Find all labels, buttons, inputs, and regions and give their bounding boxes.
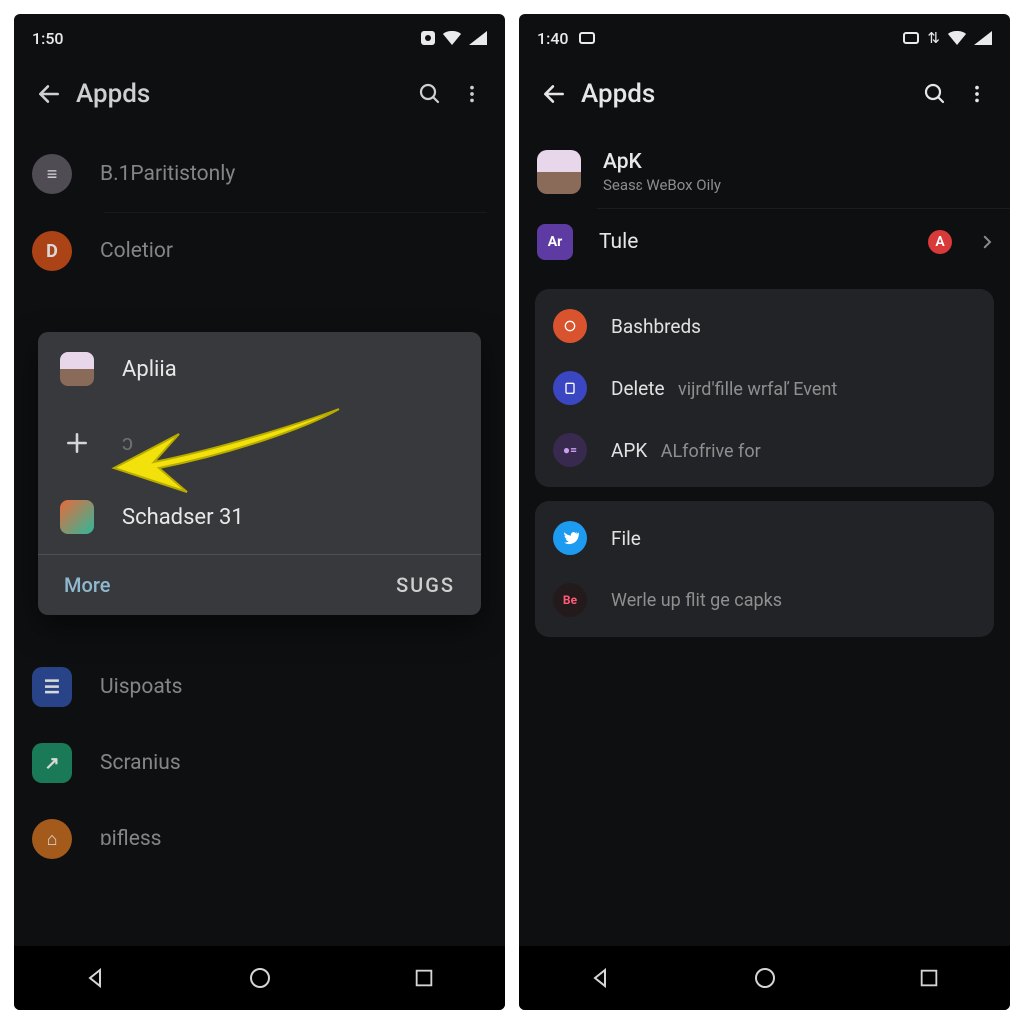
android-navbar [14,946,505,1010]
app-label: B.1Paritistonly [100,162,235,186]
actions-card: Bashbreds Delete vijrd'fille wrfaľ Event… [535,289,994,487]
data-icon: ⇅ [927,29,940,47]
list-item[interactable]: ≡ B.1Paritistonly [14,136,505,212]
page-title: Appds [70,79,409,109]
nav-back-icon[interactable] [589,966,613,990]
content: ApK Seasɛ WeBox Oily Ar Tule A Bashbreds [519,126,1010,946]
action-apk[interactable]: ●= APK ALfofrive for [535,419,994,481]
menu-label: Apliia [122,357,177,382]
file-item[interactable]: File [535,507,994,569]
chevron-right-icon [978,233,996,251]
menu-item-schadser[interactable]: Schadser 31 [38,480,481,554]
action-label: Delete [611,377,665,400]
status-icons [421,31,487,45]
app-header-item[interactable]: ApK Seasɛ WeBox Oily [519,136,1010,208]
file-item-2[interactable]: Be Werle up flit ge capks [535,569,994,631]
menu-label: Schadser 31 [122,505,244,530]
header-subtitle: Seasɛ WeBox Oily [603,176,721,194]
nav-home-icon[interactable] [753,966,777,990]
plus-icon [60,426,94,460]
app-label: Uispoats [100,675,182,699]
action-label: APK [611,439,647,462]
app-icon: ≡ [32,154,72,194]
app-bar: Appds [519,62,1010,126]
right-screenshot: 1:40 ⇅ Appds ApK Seasɛ WeBox O [519,14,1010,1010]
circle-icon [553,309,587,343]
action-sublabel: vijrd'fille wrfaľ Event [678,379,837,400]
notification-icon [579,32,595,44]
menu-item-add[interactable]: ɔ [38,406,481,480]
delete-icon [553,371,587,405]
app-icon: ↗ [32,743,72,783]
status-bar: 1:50 [14,14,505,62]
app-icon [537,150,581,194]
status-time: 1:40 [537,29,569,48]
menu-item-apliia[interactable]: Apliia [38,332,481,406]
be-icon: Be [553,583,587,617]
list-item[interactable]: ⌂ ɒifless [14,801,505,877]
action-label: Bashbreds [611,315,701,338]
back-button[interactable] [533,81,575,107]
screenshot-icon [903,32,919,44]
menu-actions: More SUGS [38,554,481,615]
header-title: ApK [603,150,721,174]
status-bar: 1:40 ⇅ [519,14,1010,62]
sugs-button[interactable]: SUGS [396,573,455,597]
app-icon: ⌂ [32,819,72,859]
list-item[interactable]: ↗ Scranius [14,725,505,801]
app-label: Scranius [100,751,181,775]
action-bashbreds[interactable]: Bashbreds [535,295,994,357]
app-icon [60,352,94,386]
nav-recents-icon[interactable] [413,967,435,989]
left-screenshot: 1:50 Appds ≡ B.1Paritistonly D Coletior [14,14,505,1010]
nav-home-icon[interactable] [248,966,272,990]
apk-icon: ●= [553,433,587,467]
search-button[interactable] [409,82,451,106]
action-delete[interactable]: Delete vijrd'fille wrfaľ Event [535,357,994,419]
back-button[interactable] [28,81,70,107]
search-button[interactable] [914,82,956,106]
wifi-icon [948,31,966,45]
file-label: File [611,527,641,550]
app-label: Coletior [100,239,173,263]
list-item[interactable]: ☰ Uispoats [14,649,505,725]
android-navbar [519,946,1010,1010]
cast-icon [421,31,435,45]
badge: A [928,230,952,254]
nav-back-icon[interactable] [84,966,108,990]
list-item[interactable]: D Coletior [14,213,505,289]
app-label: ɒifless [100,827,162,851]
page-title: Appds [575,79,914,109]
app-icon: Ar [537,224,573,260]
tule-item[interactable]: Ar Tule A [519,209,1010,275]
wifi-icon [443,31,461,45]
status-icons: ⇅ [903,29,992,47]
overflow-menu[interactable] [956,83,998,105]
overflow-menu[interactable] [451,83,493,105]
more-button[interactable]: More [64,573,110,597]
file-label: Werle up flit ge capks [611,590,782,611]
item-label: Tule [599,230,902,254]
context-menu: Apliia ɔ Schadser 31 More SUGS [38,332,481,615]
app-icon: ☰ [32,667,72,707]
app-icon: D [32,231,72,271]
twitter-icon [553,521,587,555]
signal-icon [469,31,487,45]
action-sublabel: ALfofrive for [661,441,761,462]
app-bar: Appds [14,62,505,126]
file-card: File Be Werle up flit ge capks [535,501,994,637]
menu-label: ɔ [122,430,133,456]
app-icon [60,500,94,534]
nav-recents-icon[interactable] [918,967,940,989]
status-time: 1:50 [32,29,64,48]
signal-icon [974,31,992,45]
